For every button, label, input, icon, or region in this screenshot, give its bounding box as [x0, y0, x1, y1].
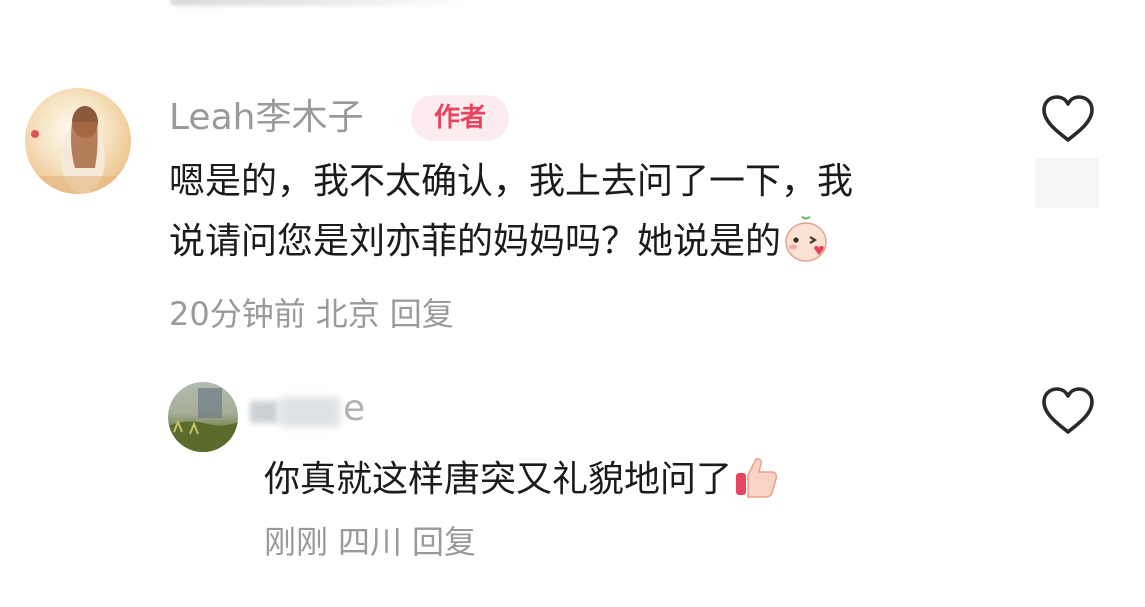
comment-location: 四川: [338, 523, 403, 561]
comment-text: 嗯是的，我不太确认，我上去问了一下，我 说请问您是刘亦菲的妈妈吗？她说是的: [169, 152, 1029, 272]
avatar[interactable]: [168, 382, 238, 452]
background-patch: [1035, 158, 1099, 208]
comment-text-line: 嗯是的，我不太确认，我上去问了一下，我: [169, 161, 854, 202]
username[interactable]: e: [250, 388, 380, 433]
comment-text-line: 说请问您是刘亦菲的妈妈吗？她说是的: [169, 221, 782, 262]
comment-time: 刚刚: [264, 523, 329, 561]
comment-meta: 刚刚 四川 回复: [264, 522, 486, 562]
reply-button[interactable]: 回复: [412, 523, 476, 561]
username-visible: e: [343, 388, 366, 429]
thumbs-up-emoji: [732, 453, 780, 501]
comment-location: 北京: [315, 295, 380, 333]
comment-text-content: 你真就这样唐突又礼貌地问了: [264, 459, 733, 500]
heart-outline-icon[interactable]: [1040, 94, 1096, 144]
avatar-image: [168, 388, 238, 452]
blurred-region: [278, 397, 340, 427]
avatar[interactable]: [25, 88, 131, 194]
kiss-heart-emoji: [781, 214, 831, 264]
previous-comment-fragment: [170, 0, 470, 6]
comment-text-line-2: 说请问您是刘亦菲的妈妈吗？她说是的: [169, 212, 1029, 272]
avatar-image: [25, 106, 131, 194]
blurred-region: [250, 401, 278, 423]
reply-button[interactable]: 回复: [390, 295, 454, 333]
heart-outline-icon[interactable]: [1040, 386, 1096, 436]
comment-text: 你真就这样唐突又礼貌地问了: [264, 452, 780, 508]
comment-time: 20分钟前: [169, 295, 306, 333]
username[interactable]: Leah李木子: [169, 96, 363, 140]
author-badge: 作者: [411, 95, 509, 141]
comment-meta: 20分钟前 北京 回复: [169, 294, 464, 334]
